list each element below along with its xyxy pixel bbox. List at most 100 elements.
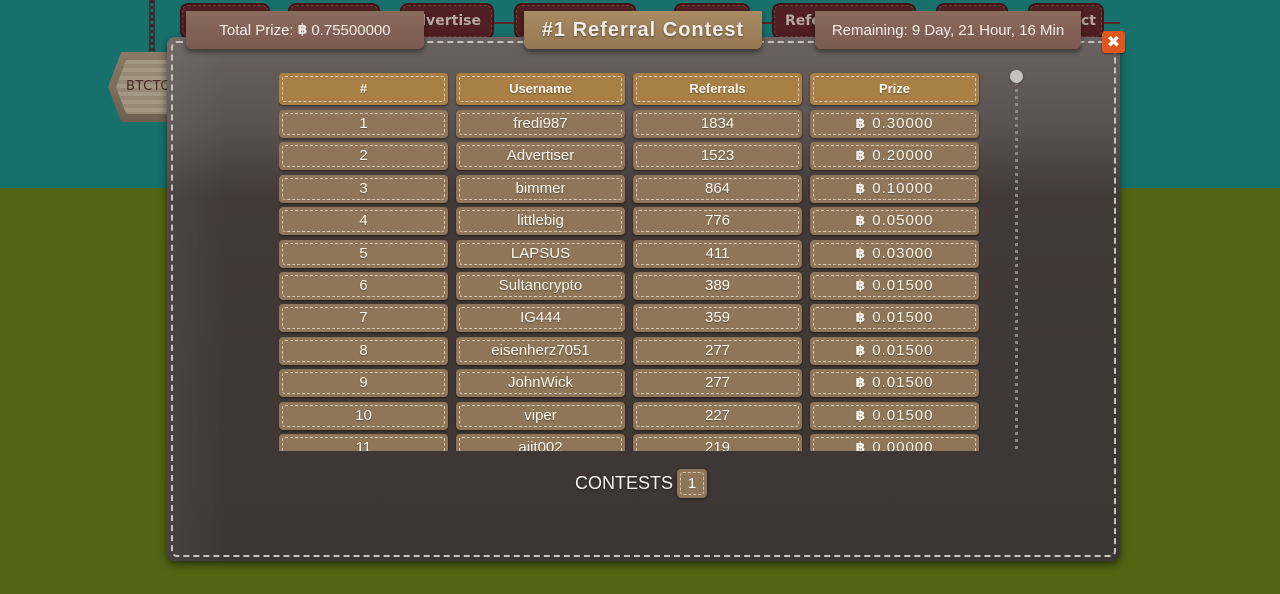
username-cell: Sultancrypto: [456, 272, 625, 300]
table-row: 5 LAPSUS 411 ฿ 0.03000: [279, 239, 981, 268]
referrals-cell: 359: [633, 304, 802, 333]
username-cell: IG444: [456, 304, 625, 333]
prize-cell: ฿ 0.20000: [810, 142, 979, 171]
close-button[interactable]: ✖: [1102, 31, 1125, 53]
total-prize-label: Total Prize:: [219, 21, 294, 39]
table-header-row: # Username Referrals Prize: [279, 73, 981, 105]
bitcoin-icon: ฿: [855, 180, 867, 197]
prize-cell: ฿ 0.01500: [810, 304, 979, 333]
total-prize-tag: Total Prize: ฿ 0.75500000: [186, 11, 424, 49]
close-icon: ✖: [1106, 32, 1121, 51]
rank-cell: 2: [279, 142, 448, 171]
bitcoin-icon: ฿: [855, 375, 867, 392]
prize-cell: ฿ 0.01500: [810, 272, 979, 300]
table-row: 1 fredi987 1834 ฿ 0.30000: [279, 110, 981, 138]
prize-cell: ฿ 0.01500: [810, 369, 979, 398]
table-row: 11 ajit002 219 ฿ 0.00000: [279, 434, 981, 451]
username-cell: fredi987: [456, 110, 625, 138]
username-cell: bimmer: [456, 174, 625, 203]
page-button-1[interactable]: 1: [677, 469, 707, 498]
prize-value: 0.30000: [872, 115, 934, 132]
scrollbar-track[interactable]: [1015, 82, 1018, 452]
username-cell: littlebig: [456, 207, 625, 236]
bitcoin-icon: ฿: [855, 310, 867, 327]
rank-cell: 11: [279, 434, 448, 451]
modal-title: #1 Referral Contest: [541, 18, 745, 41]
prize-value: 0.01500: [872, 406, 934, 424]
table-row: 3 bimmer 864 ฿ 0.10000: [279, 174, 981, 203]
prize-value: 0.10000: [872, 179, 934, 197]
rank-cell: 6: [279, 272, 448, 300]
table-row: 6 Sultancrypto 389 ฿ 0.01500: [279, 272, 981, 300]
total-prize-value: 0.75500000: [311, 21, 391, 39]
leaderboard-table[interactable]: # Username Referrals Prize 1 fredi987 1834…: [279, 71, 981, 451]
referrals-cell: 776: [633, 207, 802, 236]
column-header-rank: #: [279, 73, 448, 105]
rank-cell: 10: [279, 401, 448, 430]
bitcoin-icon: ฿: [855, 342, 867, 359]
prize-value: 0.03000: [872, 244, 934, 262]
rank-cell: 7: [279, 304, 448, 333]
referrals-cell: 227: [633, 401, 802, 430]
contests-label: CONTESTS: [575, 473, 674, 493]
prize-value: 0.01500: [872, 341, 934, 359]
referrals-cell: 411: [633, 239, 802, 268]
prize-cell: ฿ 0.03000: [810, 239, 979, 268]
rank-cell: 3: [279, 174, 448, 203]
referrals-cell: 1834: [633, 110, 802, 138]
table-row: 7 IG444 359 ฿ 0.01500: [279, 304, 981, 333]
prize-cell: ฿ 0.30000: [810, 110, 979, 138]
bitcoin-icon: ฿: [855, 116, 867, 132]
username-cell: viper: [456, 401, 625, 430]
prize-value: 0.20000: [872, 147, 934, 165]
rank-cell: 1: [279, 110, 448, 138]
username-cell: JohnWick: [456, 369, 625, 398]
prize-value: 0.00000: [872, 439, 934, 451]
prize-cell: ฿ 0.00000: [810, 434, 979, 451]
prize-value: 0.01500: [872, 309, 934, 327]
site-logo-text: BTCTC: [126, 79, 170, 94]
table-row: 8 eisenherz7051 277 ฿ 0.01500: [279, 336, 981, 365]
prize-value: 0.05000: [872, 212, 934, 230]
username-cell: ajit002: [456, 434, 625, 451]
rank-cell: 4: [279, 207, 448, 236]
bitcoin-icon: ฿: [855, 278, 867, 294]
rank-cell: 9: [279, 369, 448, 398]
referrals-cell: 277: [633, 369, 802, 398]
referrals-cell: 1523: [633, 142, 802, 171]
table-row: 10 viper 227 ฿ 0.01500: [279, 401, 981, 430]
prize-cell: ฿ 0.10000: [810, 174, 979, 203]
table-row: 9 JohnWick 277 ฿ 0.01500: [279, 369, 981, 398]
bitcoin-icon: ฿: [297, 22, 308, 38]
column-header-referrals: Referrals: [633, 73, 802, 105]
scrollbar-thumb[interactable]: [1010, 70, 1023, 83]
prize-cell: ฿ 0.05000: [810, 207, 979, 236]
bitcoin-icon: ฿: [855, 407, 867, 424]
sign-chain: [149, 0, 155, 56]
rank-cell: 8: [279, 336, 448, 365]
referrals-cell: 219: [633, 434, 802, 451]
referrals-cell: 389: [633, 272, 802, 300]
bitcoin-icon: ฿: [855, 245, 867, 262]
prize-cell: ฿ 0.01500: [810, 401, 979, 430]
bitcoin-icon: ฿: [855, 213, 867, 230]
bitcoin-icon: ฿: [855, 148, 867, 165]
prize-value: 0.01500: [872, 277, 934, 294]
remaining-time: Remaining: 9 Day, 21 Hour, 16 Min: [831, 21, 1065, 39]
bitcoin-icon: ฿: [855, 440, 867, 451]
table-row: 4 littlebig 776 ฿ 0.05000: [279, 207, 981, 236]
page-number: 1: [687, 475, 697, 492]
username-cell: Advertiser: [456, 142, 625, 171]
remaining-time-tag: Remaining: 9 Day, 21 Hour, 16 Min: [815, 11, 1081, 49]
prize-value: 0.01500: [872, 374, 934, 392]
table-row: 2 Advertiser 1523 ฿ 0.20000: [279, 142, 981, 171]
column-header-prize: Prize: [810, 73, 979, 105]
prize-cell: ฿ 0.01500: [810, 336, 979, 365]
username-cell: LAPSUS: [456, 239, 625, 268]
rank-cell: 5: [279, 239, 448, 268]
modal-title-tag: #1 Referral Contest: [524, 11, 762, 49]
username-cell: eisenherz7051: [456, 336, 625, 365]
referrals-cell: 864: [633, 174, 802, 203]
referrals-cell: 277: [633, 336, 802, 365]
column-header-username: Username: [456, 73, 625, 105]
